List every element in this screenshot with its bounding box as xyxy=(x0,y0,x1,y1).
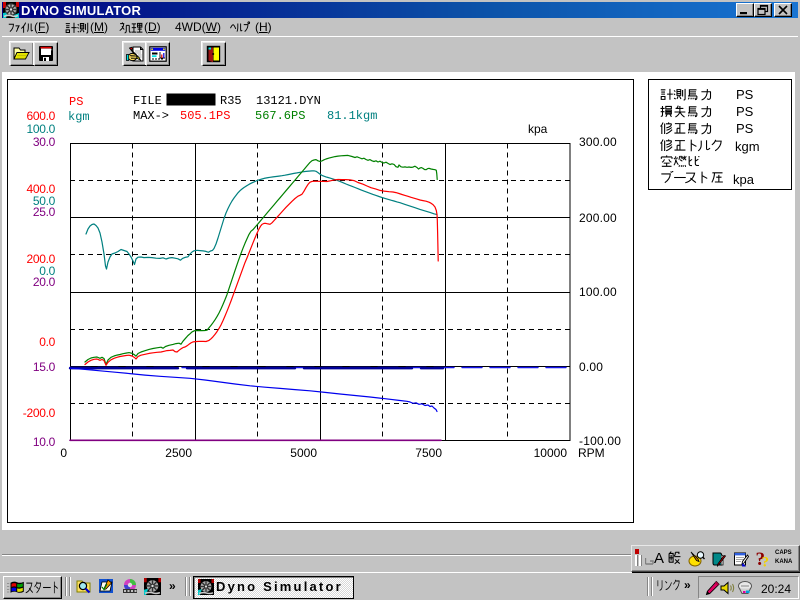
svg-text:?: ? xyxy=(762,555,770,568)
